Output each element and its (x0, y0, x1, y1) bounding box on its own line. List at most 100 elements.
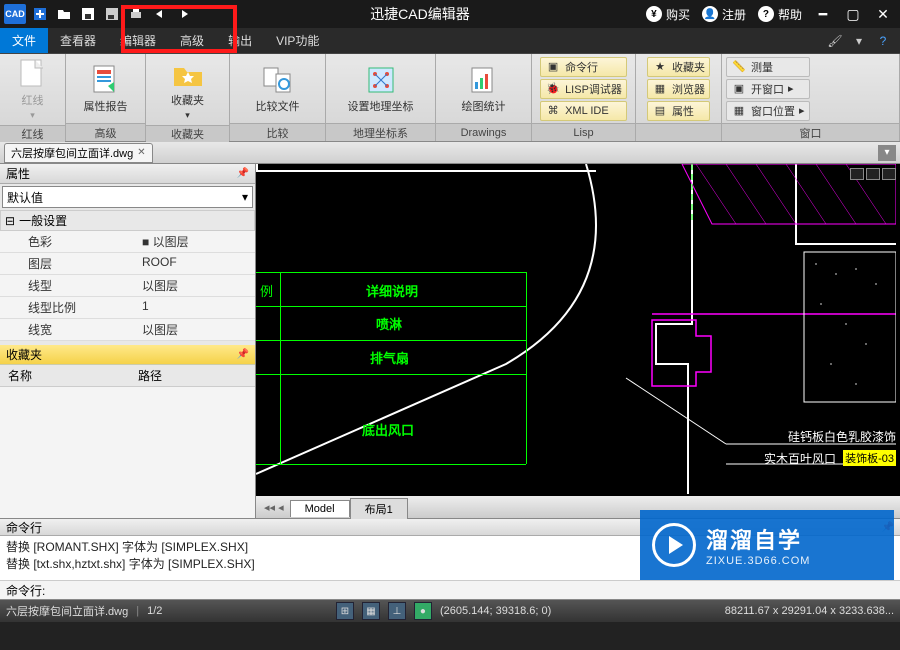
redline-button: 红线▾ (17, 58, 49, 121)
fav-small-button[interactable]: ★收藏夹 (647, 57, 710, 77)
prop-report-button[interactable]: 属性报告 (84, 64, 128, 114)
geo-coords-button[interactable]: 设置地理坐标 (348, 64, 414, 114)
ribbon: 红线▾ 红线 属性报告 高级 收藏夹▾ 收藏夹 比较文件 比较 设置地理坐标 地… (0, 54, 900, 142)
ribbon-label-geo: 地理坐标系 (326, 123, 435, 141)
view-icon-1[interactable] (850, 168, 864, 180)
collapse-icon: ⊟ (5, 214, 15, 228)
yen-icon: ¥ (646, 6, 662, 22)
table-row-1: 喷淋 (376, 314, 402, 333)
minimize-button[interactable]: ━ (814, 5, 832, 23)
page-icon (17, 58, 49, 90)
new-icon[interactable] (30, 4, 50, 24)
ribbon-label-compare: 比较 (230, 123, 325, 141)
close-button[interactable]: ✕ (874, 5, 892, 23)
pin-icon[interactable]: 📌 (237, 168, 249, 179)
annotation-1: 硅钙板白色乳胶漆饰 (788, 428, 896, 445)
undo-icon[interactable] (150, 4, 170, 24)
pin-icon[interactable]: 📌 (237, 349, 249, 360)
drawing-canvas[interactable]: 例 详细说明 喷淋 排气扇 底出风口 硅钙板白色乳胶漆饰 实木百叶风口 装饰板-… (256, 164, 900, 496)
props-combo[interactable]: 默认值▾ (2, 186, 253, 208)
grid-icon[interactable]: ▦ (362, 602, 380, 620)
command-input[interactable]: 命令行: (0, 580, 900, 600)
view-icon-2[interactable] (866, 168, 880, 180)
report-icon (90, 64, 122, 96)
favorites-list (0, 387, 255, 518)
help-button[interactable]: ?帮助 (758, 6, 802, 23)
props-section[interactable]: ⊟一般设置 (0, 210, 255, 231)
menu-file[interactable]: 文件 (0, 28, 48, 53)
window-pos-button[interactable]: ▦窗口位置▸ (726, 101, 810, 121)
tab-nav-left[interactable]: ◂◂ ◂ (264, 501, 284, 514)
measure-button[interactable]: 📏测量 (726, 57, 810, 77)
maximize-button[interactable]: ▢ (844, 5, 862, 23)
browser-icon: ▦ (652, 81, 668, 97)
ortho-icon[interactable]: ⊥ (388, 602, 406, 620)
redo-icon[interactable] (174, 4, 194, 24)
status-bar: 六层按摩包间立面详.dwg | 1/2 ⊞ ▦ ⊥ ● (2605.144; 3… (0, 600, 900, 622)
menu-advanced[interactable]: 高级 (168, 28, 216, 53)
drawing-stats-button[interactable]: 绘图统计 (462, 64, 506, 114)
snap-icon[interactable]: ⊞ (336, 602, 354, 620)
open-window-button[interactable]: ▣开窗口▸ (726, 79, 810, 99)
table-header-col1: 例 (260, 281, 273, 300)
mode-icon[interactable]: ● (414, 602, 432, 620)
favorites-header: 收藏夹📌 (0, 345, 255, 365)
table-row-3: 底出风口 (362, 420, 414, 439)
status-coords: (2605.144; 39318.6; 0) (440, 605, 551, 617)
fav-col-name[interactable]: 名称 (0, 365, 130, 386)
prop-row: 图层ROOF (0, 253, 255, 275)
brush-icon[interactable]: 🖌 (826, 32, 844, 50)
saveas-icon[interactable] (102, 4, 122, 24)
prop-row: 线型以图层 (0, 275, 255, 297)
ribbon-label-lisp: Lisp (532, 123, 635, 141)
close-tab-icon[interactable]: ✕ (137, 147, 145, 158)
chevron-down-icon[interactable]: ▾ (850, 32, 868, 50)
help-icon: ? (758, 6, 774, 22)
status-page: 1/2 (147, 605, 162, 617)
register-button[interactable]: 👤注册 (702, 6, 746, 23)
annotation-3: 装饰板-03 (843, 450, 896, 466)
compare-icon (262, 64, 294, 96)
cmdline-button[interactable]: ▣命令行 (540, 57, 627, 77)
model-tab[interactable]: Model (290, 500, 350, 517)
annotation-2: 实木百叶风口 (764, 450, 836, 467)
menu-editor[interactable]: 编辑器 (108, 28, 168, 53)
help-small-icon[interactable]: ? (874, 32, 892, 50)
ribbon-label-blank (636, 123, 721, 141)
terminal-icon: ▣ (545, 59, 561, 75)
view-icon-3[interactable] (882, 168, 896, 180)
ribbon-label-advanced: 高级 (66, 123, 145, 141)
props-icon: ▤ (652, 103, 668, 119)
ribbon-label-fav: 收藏夹 (146, 125, 229, 142)
browser-button[interactable]: ▦浏览器 (647, 79, 710, 99)
compare-button[interactable]: 比较文件 (256, 64, 300, 114)
open-icon[interactable] (54, 4, 74, 24)
prop-row: 线宽以图层 (0, 319, 255, 341)
play-icon (652, 523, 696, 567)
document-name: 六层按摩包间立面详.dwg (11, 145, 133, 161)
ribbon-label-drawings: Drawings (436, 123, 531, 141)
menu-output[interactable]: 输出 (216, 28, 264, 53)
xml-ide-button[interactable]: ⌘XML IDE (540, 101, 627, 121)
chevron-down-icon: ▾ (242, 190, 248, 204)
stats-icon (468, 64, 500, 96)
menu-vip[interactable]: VIP功能 (264, 28, 331, 53)
window-icon: ▣ (731, 81, 747, 97)
lisp-debug-button[interactable]: 🐞LISP调试器 (540, 79, 627, 99)
props-small-button[interactable]: ▤属性 (647, 101, 710, 121)
status-extents: 88211.67 x 29291.04 x 3233.638... (725, 605, 894, 617)
buy-button[interactable]: ¥购买 (646, 6, 690, 23)
ruler-icon: 📏 (731, 59, 747, 75)
star-icon: ★ (652, 59, 668, 75)
menu-viewer[interactable]: 查看器 (48, 28, 108, 53)
document-tab[interactable]: 六层按摩包间立面详.dwg ✕ (4, 143, 153, 163)
save-icon[interactable] (78, 4, 98, 24)
tab-scroll-icon[interactable]: ▾ (878, 145, 896, 161)
ribbon-label-window: 窗口 (722, 123, 899, 141)
fav-col-path[interactable]: 路径 (130, 365, 170, 386)
layout-tab[interactable]: 布局1 (350, 498, 408, 519)
geo-icon (365, 64, 397, 96)
layout-icon: ▦ (731, 103, 747, 119)
favorites-button[interactable]: 收藏夹▾ (171, 58, 204, 121)
print-icon[interactable] (126, 4, 146, 24)
